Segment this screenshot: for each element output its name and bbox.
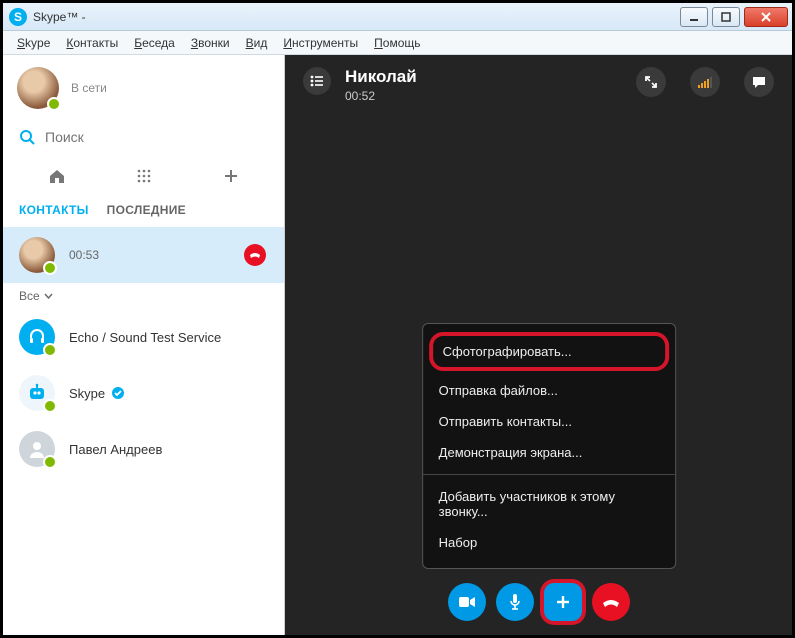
presence-online-icon	[43, 343, 57, 357]
menu-dialpad[interactable]: Набор	[423, 527, 675, 558]
plus-menu-button[interactable]	[544, 583, 582, 621]
conversation-list-button[interactable]	[303, 67, 331, 95]
contact-avatar	[19, 237, 55, 273]
menu-calls[interactable]: Звонки	[183, 34, 238, 52]
contact-name: Павел Андреев	[69, 442, 162, 457]
menu-share-screen[interactable]: Демонстрация экрана...	[423, 437, 675, 468]
person-icon	[27, 439, 47, 459]
end-call-button[interactable]	[592, 583, 630, 621]
chat-bubble-icon	[751, 75, 767, 89]
plus-icon	[555, 594, 571, 610]
self-avatar	[17, 67, 59, 109]
microphone-icon	[508, 593, 522, 611]
call-header: Николай 00:52	[285, 55, 792, 115]
contact-avatar	[19, 375, 55, 411]
call-control-bar	[285, 583, 792, 621]
presence-online-icon	[43, 261, 57, 275]
menu-tools[interactable]: Инструменты	[275, 34, 366, 52]
search-row[interactable]	[3, 121, 284, 159]
sidebar: В сети КОНТАКТЫ ПОСЛЕДН	[3, 55, 285, 635]
dialpad-icon	[137, 169, 151, 183]
window-titlebar: S Skype™ -	[3, 3, 792, 31]
verified-icon	[111, 386, 125, 400]
tab-contacts[interactable]: КОНТАКТЫ	[19, 203, 89, 217]
tab-recent[interactable]: ПОСЛЕДНИЕ	[107, 203, 186, 217]
self-profile[interactable]: В сети	[3, 55, 284, 121]
minimize-icon	[689, 12, 699, 22]
nav-icon-row	[3, 159, 284, 197]
video-toggle-button[interactable]	[448, 583, 486, 621]
contact-avatar	[19, 431, 55, 467]
call-duration: 00:53	[69, 248, 99, 262]
contact-row[interactable]: Echo / Sound Test Service	[3, 309, 284, 365]
menu-view[interactable]: Вид	[238, 34, 276, 52]
call-quality-button[interactable]	[690, 67, 720, 97]
contact-name: Echo / Sound Test Service	[69, 330, 221, 345]
video-icon	[458, 595, 476, 609]
headset-icon	[27, 327, 47, 347]
dialpad-button[interactable]	[129, 165, 159, 187]
mic-toggle-button[interactable]	[496, 583, 534, 621]
menu-take-snapshot[interactable]: Сфотографировать...	[429, 332, 669, 371]
menu-contacts[interactable]: Контакты	[58, 34, 126, 52]
search-input[interactable]	[45, 129, 268, 145]
new-button[interactable]	[216, 165, 246, 187]
phone-hangup-icon	[601, 595, 621, 609]
phone-hangup-icon	[248, 248, 262, 262]
menu-send-contacts[interactable]: Отправить контакты...	[423, 406, 675, 437]
contact-avatar	[19, 319, 55, 355]
skype-logo-icon: S	[9, 8, 27, 26]
list-icon	[310, 75, 324, 87]
sidebar-tabs: КОНТАКТЫ ПОСЛЕДНИЕ	[3, 197, 284, 227]
call-contact-name: Николай	[345, 67, 417, 87]
menu-conversation[interactable]: Беседа	[126, 34, 183, 52]
window-title: Skype™ -	[33, 10, 86, 24]
contact-row[interactable]: Павел Андреев	[3, 421, 284, 477]
search-icon	[19, 129, 35, 145]
menu-add-participants[interactable]: Добавить участников к этому звонку...	[423, 481, 675, 527]
contact-list: 00:53 Все Echo / Sound Test Service	[3, 227, 284, 635]
minimize-button[interactable]	[680, 7, 708, 27]
menu-help[interactable]: Помощь	[366, 34, 428, 52]
menu-send-files[interactable]: Отправка файлов...	[423, 375, 675, 406]
hangup-button[interactable]	[244, 244, 266, 266]
contact-row-active-call[interactable]: 00:53	[3, 227, 284, 283]
filter-dropdown[interactable]: Все	[3, 283, 284, 309]
close-icon	[760, 11, 772, 23]
maximize-button[interactable]	[712, 7, 740, 27]
chevron-down-icon	[44, 293, 53, 299]
contact-row[interactable]: Skype	[3, 365, 284, 421]
maximize-icon	[721, 12, 731, 22]
presence-online-icon	[47, 97, 61, 111]
contact-name-wrap: Skype	[69, 386, 125, 401]
fullscreen-button[interactable]	[636, 67, 666, 97]
close-button[interactable]	[744, 7, 788, 27]
self-status: В сети	[71, 81, 107, 95]
menu-separator	[423, 474, 675, 475]
plus-icon	[223, 168, 239, 184]
menu-skype[interactable]: Skype	[9, 34, 58, 52]
signal-bars-icon	[697, 75, 713, 89]
menubar: Skype Контакты Беседа Звонки Вид Инструм…	[3, 31, 792, 55]
call-timer: 00:52	[345, 89, 417, 103]
expand-icon	[644, 75, 658, 89]
filter-label: Все	[19, 289, 40, 303]
call-pane: Николай 00:52 Сфотографировать... Отправ…	[285, 55, 792, 635]
contact-name: Skype	[69, 386, 105, 401]
presence-online-icon	[43, 399, 57, 413]
presence-online-icon	[43, 455, 57, 469]
chat-button[interactable]	[744, 67, 774, 97]
home-button[interactable]	[42, 165, 72, 187]
home-icon	[48, 168, 66, 184]
plus-menu-popup: Сфотографировать... Отправка файлов... О…	[422, 323, 676, 569]
